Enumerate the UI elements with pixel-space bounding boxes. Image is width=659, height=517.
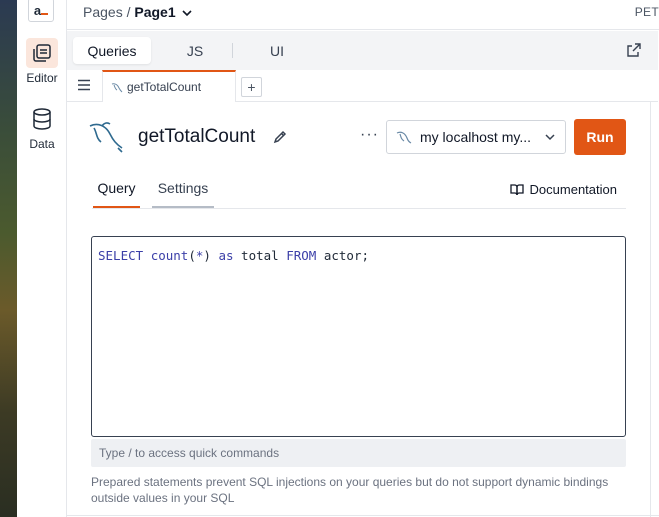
breadcrumb-root[interactable]: Pages xyxy=(83,4,123,20)
tab-settings[interactable]: Settings xyxy=(152,180,214,208)
tab-ui[interactable]: UI xyxy=(247,37,307,64)
app-name[interactable]: PET xyxy=(635,5,659,19)
right-panel-edge xyxy=(650,102,659,517)
sql-alias: total xyxy=(241,248,279,263)
mysql-icon xyxy=(89,122,123,153)
sidebar-item-label: Editor xyxy=(26,71,58,85)
sidebar-item-data[interactable]: Data xyxy=(17,104,67,151)
tab-query[interactable]: Query xyxy=(93,180,140,208)
tab-js[interactable]: JS xyxy=(165,37,225,64)
editor-icon xyxy=(26,38,58,68)
app-sidebar: a Editor Data xyxy=(17,0,67,517)
chevron-down-icon xyxy=(545,134,555,141)
tab-queries[interactable]: Queries xyxy=(73,37,151,64)
more-options-button[interactable]: ··· xyxy=(360,126,379,144)
sql-code[interactable]: SELECT count(*) as total FROM actor; xyxy=(98,248,369,263)
sql-keyword: as xyxy=(218,248,234,263)
documentation-label: Documentation xyxy=(529,182,617,197)
logo-underscore xyxy=(41,5,49,15)
run-button[interactable]: Run xyxy=(574,119,626,155)
sql-editor[interactable]: SELECT count(*) as total FROM actor; xyxy=(91,236,626,437)
file-tab-gettotalcount[interactable]: getTotalCount xyxy=(102,70,236,102)
prepared-statements-note: Prepared statements prevent SQL injectio… xyxy=(91,475,609,505)
sql-keyword: FROM xyxy=(286,248,317,263)
sql-function: count xyxy=(150,248,189,263)
database-icon xyxy=(26,104,58,134)
add-tab-button[interactable]: + xyxy=(241,77,262,97)
book-icon xyxy=(509,183,524,195)
sidebar-item-label: Data xyxy=(29,137,55,151)
menu-icon[interactable] xyxy=(77,79,91,91)
query-name[interactable]: getTotalCount xyxy=(138,126,255,148)
datasource-label: my localhost my... xyxy=(420,129,531,145)
quick-commands-hint: Type / to access quick commands xyxy=(91,439,626,467)
query-sub-tabs: Query Settings Documentation xyxy=(92,170,626,209)
tab-divider xyxy=(232,43,233,58)
sql-punct: ) xyxy=(203,248,211,263)
documentation-link[interactable]: Documentation xyxy=(509,182,617,197)
mysql-icon xyxy=(396,131,412,144)
top-header: Pages / Page1 PET xyxy=(67,0,659,30)
chevron-down-icon[interactable] xyxy=(181,9,192,17)
datasource-select[interactable]: my localhost my... xyxy=(386,120,566,154)
desktop-wallpaper xyxy=(0,0,17,517)
mysql-icon xyxy=(111,83,123,93)
sql-punct: ; xyxy=(361,248,370,263)
sql-keyword: SELECT xyxy=(98,248,144,263)
app-logo[interactable]: a xyxy=(28,0,54,22)
logo-letter: a xyxy=(33,2,42,18)
breadcrumb-current[interactable]: Page1 xyxy=(134,4,175,20)
sql-table: actor xyxy=(323,248,362,263)
editor-segmented-tabs: Queries JS UI xyxy=(67,31,658,70)
pencil-icon[interactable] xyxy=(273,130,287,144)
breadcrumb-separator: / xyxy=(126,4,131,20)
breadcrumb[interactable]: Pages / Page1 xyxy=(83,4,192,20)
expand-icon[interactable] xyxy=(626,42,642,58)
sidebar-item-editor[interactable]: Editor xyxy=(17,38,67,85)
file-tab-label: getTotalCount xyxy=(127,80,202,94)
file-tab-bar: getTotalCount + xyxy=(67,70,658,102)
sql-punct: ( xyxy=(188,248,196,263)
